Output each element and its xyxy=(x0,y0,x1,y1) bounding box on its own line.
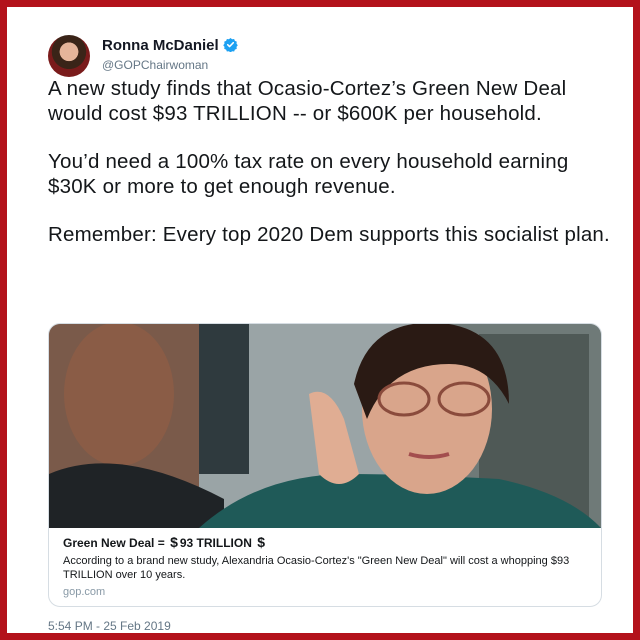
dollar-mark: $ xyxy=(170,534,178,550)
handle[interactable]: @GOPChairwoman xyxy=(102,58,402,72)
author-names: Ronna McDaniel @GOPChairwoman xyxy=(102,37,402,72)
verified-badge-icon xyxy=(222,37,238,52)
card-domain[interactable]: gop.com xyxy=(63,586,591,598)
tweet-text: A new study finds that Ocasio-Cortez’s G… xyxy=(48,77,618,272)
card-body: Green New Deal = $93 TRILLION $ Accordin… xyxy=(63,534,591,598)
card-photo[interactable] xyxy=(49,324,601,528)
card-description: According to a brand new study, Alexandr… xyxy=(63,555,570,581)
tweet-paragraph: A new study finds that Ocasio-Cortez’s G… xyxy=(48,77,567,125)
tweet-timestamp[interactable]: 5:54 PM - 25 Feb 2019 xyxy=(48,619,171,633)
card-title-amount: 93 TRILLION xyxy=(179,536,252,550)
tweet: Ronna McDaniel @GOPChairwoman A new stud… xyxy=(34,23,620,633)
display-name[interactable]: Ronna McDaniel xyxy=(102,37,219,54)
card-title[interactable]: Green New Deal = $93 TRILLION $ xyxy=(63,534,591,550)
red-frame: Ronna McDaniel @GOPChairwoman A new stud… xyxy=(0,0,640,640)
tweet-paragraph: You’d need a 100% tax rate on every hous… xyxy=(48,150,569,198)
tweet-paragraph: Remember: Every top 2020 Dem supports th… xyxy=(48,223,610,246)
card-title-prefix: Green New Deal = xyxy=(63,536,165,550)
link-card[interactable]: Green New Deal = $93 TRILLION $ Accordin… xyxy=(48,323,602,607)
avatar[interactable] xyxy=(48,35,90,77)
dollar-mark: $ xyxy=(257,534,266,550)
